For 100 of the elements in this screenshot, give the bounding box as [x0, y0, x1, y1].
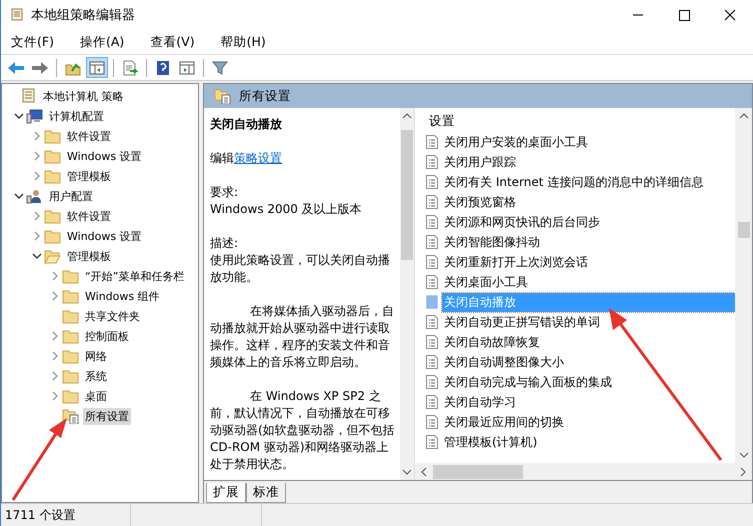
setting-title: 关闭自动播放 [210, 116, 283, 133]
chevron-right-icon[interactable] [50, 351, 60, 361]
document-list-icon [425, 394, 439, 410]
tree-item[interactable]: 控制面板 [83, 328, 131, 344]
chevron-down-icon[interactable] [14, 111, 24, 121]
chevron-right-icon[interactable] [50, 291, 60, 301]
tree-item[interactable]: Windows 设置 [65, 228, 144, 244]
computer-icon [26, 108, 43, 124]
policy-settings-link[interactable]: 策略设置 [234, 151, 282, 165]
document-list-icon [425, 334, 439, 350]
document-list-icon [425, 274, 439, 290]
setting-row[interactable]: 关闭预览窗格 [442, 192, 735, 212]
setting-row[interactable]: 关闭源和网页快讯的后台同步 [442, 212, 735, 232]
scroll-left-icon[interactable] [419, 466, 429, 478]
menu-item[interactable]: 文件(F) [7, 34, 58, 50]
description-text: 描述: [210, 235, 240, 252]
setting-row[interactable]: 关闭自动更正拼写错误的单词 [442, 312, 735, 332]
help-icon [154, 60, 172, 76]
export-icon [121, 60, 139, 76]
tree-item[interactable]: 所有设置 [83, 408, 131, 424]
scroll-down-icon[interactable] [401, 468, 413, 476]
scroll-down-icon[interactable] [738, 451, 750, 459]
scroll-thumb[interactable] [433, 464, 523, 478]
setting-row[interactable]: 关闭自动学习 [442, 392, 735, 412]
folder-icon [62, 328, 79, 344]
folder-icon [44, 228, 61, 244]
setting-row[interactable]: 关闭用户跟踪 [442, 152, 735, 172]
scroll-right-icon[interactable] [738, 466, 748, 478]
user-icon [26, 188, 43, 204]
pane-icon [178, 60, 196, 76]
document-list-icon [425, 254, 439, 270]
window-title: 本地组策略编辑器 [31, 7, 136, 24]
vertical-scrollbar[interactable] [735, 108, 752, 463]
scroll-up-icon[interactable] [401, 112, 413, 120]
setting-row[interactable]: 关闭用户安装的桌面小工具 [442, 132, 735, 152]
folder-icon [44, 148, 61, 164]
setting-row[interactable]: 关闭最近应用间的切换 [442, 412, 735, 432]
setting-row[interactable]: 关闭自动调整图像大小 [442, 352, 735, 372]
tree-item[interactable]: 软件设置 [65, 128, 113, 144]
document-list-icon [425, 154, 439, 170]
chevron-right-icon[interactable] [50, 331, 60, 341]
folder-icon [44, 128, 61, 144]
description-text: 在 Windows XP SP2 之前，默认情况下，自动播放在可移动驱动器(如软盘驱动器，但不包括 CD-ROM 驱动器)和网络驱动器上处于禁用状态。 [210, 388, 396, 473]
tree-item[interactable]: 共享文件夹 [83, 308, 142, 324]
setting-row[interactable]: 关闭桌面小工具 [442, 272, 735, 292]
pane-title: 所有设置 [239, 88, 291, 104]
chevron-right-icon[interactable] [32, 171, 42, 181]
tree-item[interactable]: Windows 设置 [65, 148, 144, 164]
chevron-right-icon[interactable] [32, 131, 42, 141]
chevron-right-icon[interactable] [32, 151, 42, 161]
scroll-thumb[interactable] [401, 130, 413, 260]
setting-row[interactable]: 关闭自动完成与输入面板的集成 [442, 372, 735, 392]
chevron-down-icon[interactable] [32, 251, 42, 261]
checkered-document-icon [425, 294, 439, 310]
chevron-right-icon[interactable] [50, 271, 60, 281]
scroll-icon [9, 7, 25, 23]
setting-row[interactable]: 关闭有关 Internet 连接问题的消息中的详细信息 [442, 172, 735, 192]
tree-item[interactable]: 计算机配置 [47, 108, 106, 124]
view-tab[interactable]: 扩展 [206, 483, 246, 503]
chevron-right-icon[interactable] [50, 391, 60, 401]
view-tab[interactable]: 标准 [246, 483, 286, 503]
folder-icon [62, 368, 79, 384]
document-list-icon [425, 414, 439, 430]
chevron-right-icon[interactable] [50, 371, 60, 381]
tree-item[interactable]: 网络 [83, 348, 109, 364]
setting-row[interactable]: 关闭自动故障恢复 [442, 332, 735, 352]
setting-row[interactable]: 关闭重新打开上次浏览会话 [442, 252, 735, 272]
tree-item[interactable]: 系统 [83, 368, 109, 384]
tree-item[interactable]: 桌面 [83, 388, 109, 404]
tree-item[interactable]: 本地计算机 策略 [41, 88, 126, 104]
setting-row[interactable]: 管理模板(计算机) [442, 432, 735, 452]
scroll-thumb[interactable] [738, 222, 750, 238]
scroll-up-icon[interactable] [738, 112, 750, 120]
document-list-icon [425, 194, 439, 210]
horizontal-scrollbar[interactable] [415, 463, 752, 480]
folder-icon [44, 248, 61, 264]
tree-item[interactable]: 用户配置 [47, 188, 95, 204]
chevron-down-icon[interactable] [14, 191, 24, 201]
menu-item[interactable]: 操作(A) [76, 34, 128, 50]
vertical-scrollbar[interactable] [400, 108, 414, 480]
tree-item[interactable]: “开始”菜单和任务栏 [83, 268, 186, 284]
folder-icon [62, 308, 79, 324]
description-text: 要求: [210, 184, 240, 201]
description-text: 在将媒体插入驱动器后，自动播放就开始从驱动器中进行读取操作。这样，程序的安装文件和音频媒体上的音乐将立即启动。 [210, 303, 395, 371]
folder-icon [62, 268, 79, 284]
show-tree-button[interactable] [86, 57, 108, 78]
description-text: 使用此策略设置，可以关闭自动播放功能。 [210, 252, 391, 286]
folder-list-icon [62, 408, 79, 424]
chevron-right-icon[interactable] [32, 231, 42, 241]
status-text: 1711 个设置 [4, 506, 76, 524]
tree-item[interactable]: 软件设置 [65, 208, 113, 224]
menu-item[interactable]: 查看(V) [146, 34, 199, 50]
menu-item[interactable]: 帮助(H) [216, 34, 270, 50]
chevron-right-icon[interactable] [32, 211, 42, 221]
column-header[interactable]: 设置 [425, 110, 735, 132]
document-list-icon [425, 374, 439, 390]
tree-item[interactable]: 管理模板 [65, 168, 113, 184]
setting-row[interactable]: 关闭智能图像抖动 [442, 232, 735, 252]
tree-item[interactable]: Windows 组件 [83, 288, 162, 304]
tree-item[interactable]: 管理模板 [65, 248, 113, 264]
